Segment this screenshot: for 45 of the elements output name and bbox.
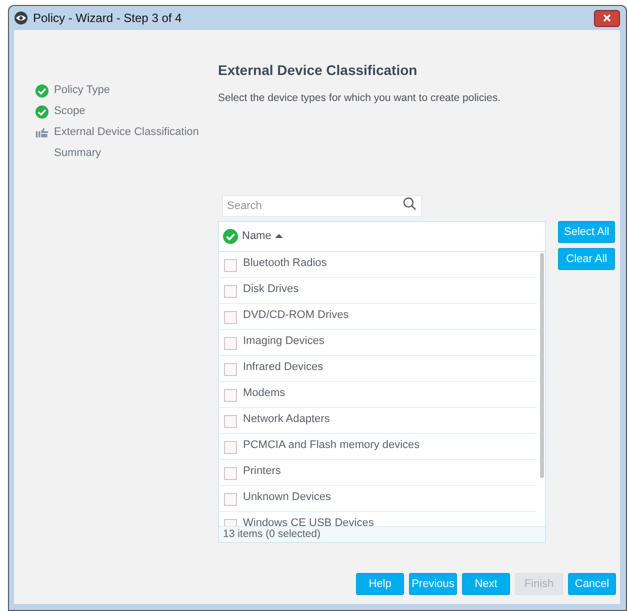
- search-field[interactable]: Search: [222, 194, 422, 217]
- checkbox[interactable]: [224, 284, 237, 298]
- checkbox[interactable]: [224, 466, 237, 480]
- checkbox[interactable]: [224, 492, 237, 506]
- close-button[interactable]: [594, 10, 620, 26]
- table-cell-text: Disk Drives: [243, 282, 299, 297]
- eye-icon: [14, 11, 28, 25]
- button[interactable]: Next: [462, 573, 510, 595]
- step-label: Scope: [54, 104, 86, 120]
- table-cell-text: Unknown Devices: [243, 490, 332, 505]
- check-circle-icon[interactable]: [223, 228, 238, 244]
- button[interactable]: Cancel: [568, 573, 616, 595]
- column-header[interactable]: Name: [242, 228, 272, 244]
- page-description: Select the device types for which you want to create policies.: [218, 90, 502, 106]
- table-cell-text: Windows CE USB Devices: [243, 516, 374, 526]
- button[interactable]: Clear All: [558, 248, 616, 270]
- table-cell-text: DVD/CD-ROM Drives: [243, 308, 349, 323]
- table-cell-text: PCMCIA and Flash memory devices: [243, 438, 420, 453]
- check-circle-icon: [35, 104, 49, 118]
- check-circle-icon: [35, 84, 49, 98]
- table-cell-text: Modems: [243, 386, 286, 401]
- checkbox[interactable]: [224, 388, 237, 402]
- pointing-hand-icon: [35, 126, 49, 140]
- close-icon: [603, 14, 611, 22]
- button[interactable]: Select All: [558, 220, 616, 243]
- table-cell-text: Imaging Devices: [243, 334, 324, 349]
- table-cell-text: Printers: [243, 464, 281, 479]
- table-cell-text: Bluetooth Radios: [243, 256, 327, 271]
- page-heading: External Device Classification: [218, 62, 418, 79]
- checkbox[interactable]: [224, 414, 237, 428]
- checkbox[interactable]: [224, 310, 237, 324]
- button[interactable]: Previous: [409, 573, 457, 595]
- checkbox[interactable]: [224, 440, 237, 454]
- button[interactable]: Help: [356, 573, 404, 595]
- window-title: Policy - Wizard - Step 3 of 4: [33, 10, 182, 27]
- step-label: Summary: [54, 146, 102, 162]
- step-label: External Device Classification: [54, 125, 199, 140]
- checkbox[interactable]: [224, 362, 237, 376]
- step-label: Policy Type: [54, 83, 110, 98]
- checkbox[interactable]: [224, 336, 237, 350]
- item-count: 13 items (0 selected): [219, 526, 545, 542]
- checkbox[interactable]: [224, 258, 237, 272]
- table-cell-text: Infrared Devices: [243, 360, 324, 375]
- search-icon: [403, 196, 416, 210]
- table-cell-text: Network Adapters: [243, 412, 330, 427]
